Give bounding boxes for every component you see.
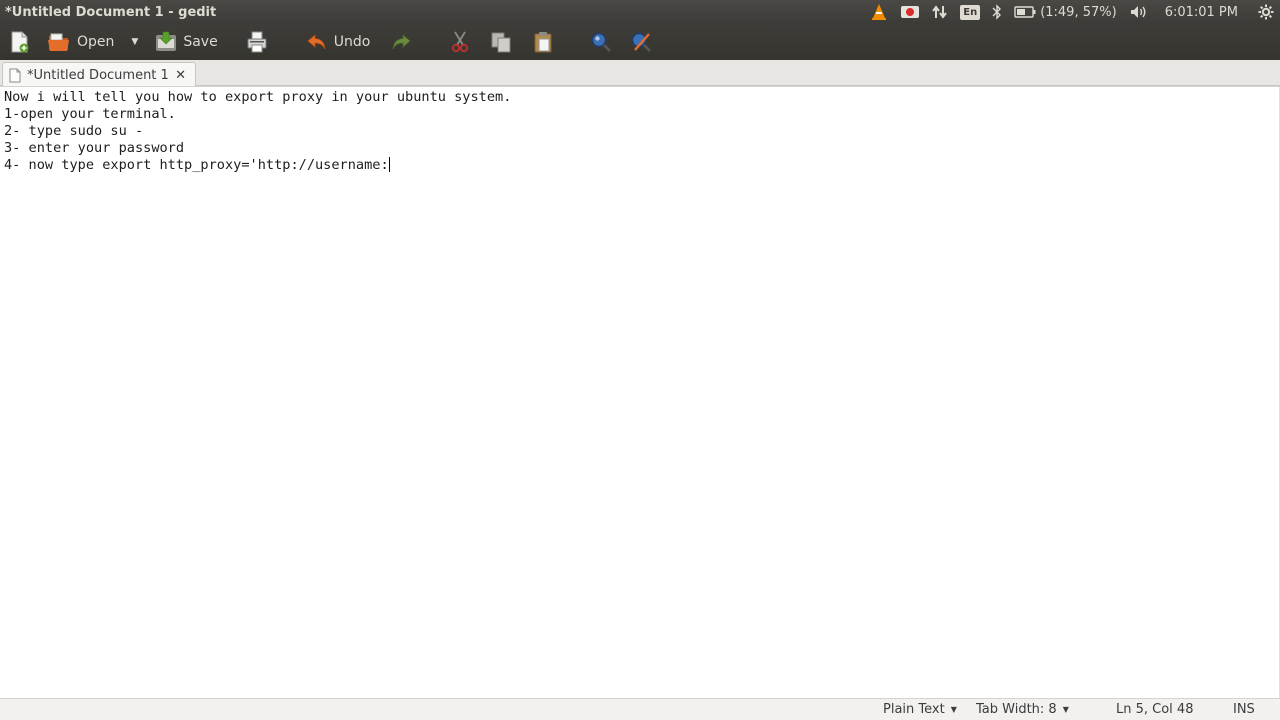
status-bar: Plain Text ▼ Tab Width: 8 ▼ Ln 5, Col 48 I… [0, 698, 1280, 720]
editor-line-3: 2- type sudo su - [4, 123, 144, 139]
tab-width-selector[interactable]: Tab Width: 8 ▼ [976, 702, 1069, 717]
open-button[interactable]: Open [42, 26, 119, 58]
settings-gear-icon[interactable] [1252, 0, 1280, 24]
tab-width-label: Tab Width: 8 [976, 702, 1057, 717]
open-folder-icon [48, 33, 69, 51]
cut-button[interactable] [445, 26, 475, 58]
redo-button[interactable] [385, 26, 417, 58]
open-label: Open [77, 34, 115, 50]
bluetooth-icon[interactable] [986, 0, 1008, 24]
print-button[interactable] [241, 26, 273, 58]
print-icon [247, 31, 267, 53]
paste-icon [534, 32, 552, 53]
tab-title: *Untitled Document 1 [27, 67, 169, 83]
keyboard-language: En [960, 4, 981, 20]
close-tab-icon[interactable]: ✕ [175, 68, 186, 83]
clock[interactable]: 6:01:01 PM [1155, 0, 1252, 24]
keyboard-icon[interactable]: En [954, 0, 986, 24]
battery-icon [1014, 6, 1036, 18]
copy-icon [491, 32, 511, 53]
save-label: Save [183, 34, 218, 50]
undo-icon [307, 34, 326, 50]
tab-untitled-document[interactable]: *Untitled Document 1 ✕ [2, 62, 196, 87]
network-icon[interactable] [926, 0, 954, 24]
save-icon [156, 31, 177, 51]
new-document-button[interactable] [4, 26, 36, 58]
text-editor[interactable]: Now i will tell you how to export proxy … [0, 86, 1280, 698]
undo-label: Undo [333, 34, 371, 50]
find-button[interactable] [585, 26, 617, 58]
vlc-icon[interactable] [864, 0, 894, 24]
editor-line-5-text: 4- now type export http_proxy='http://us… [4, 157, 389, 173]
record-icon[interactable] [894, 0, 926, 24]
insert-mode: INS [1233, 702, 1255, 717]
cut-icon [452, 31, 469, 53]
language-label: Plain Text [883, 702, 945, 717]
find-icon [592, 32, 612, 53]
battery-status: (1:49, 57%) [1040, 4, 1117, 20]
language-selector[interactable]: Plain Text ▼ [883, 702, 957, 717]
editor-line-1: Now i will tell you how to export proxy … [4, 89, 512, 105]
volume-icon[interactable] [1123, 0, 1155, 24]
new-document-icon [11, 31, 29, 53]
text-cursor [388, 157, 390, 172]
battery-indicator[interactable]: (1:49, 57%) [1008, 0, 1123, 24]
window-title: *Untitled Document 1 - gedit [5, 4, 217, 20]
save-button[interactable]: Save [150, 26, 222, 58]
replace-button[interactable] [625, 26, 657, 58]
indicator-area: En (1:49, 57%) 6:01:01 PM [864, 0, 1280, 24]
paste-button[interactable] [527, 26, 559, 58]
document-icon [9, 68, 21, 82]
redo-icon [392, 34, 411, 50]
chevron-down-icon: ▼ [950, 705, 957, 714]
undo-button[interactable]: Undo [301, 26, 376, 58]
tab-bar: *Untitled Document 1 ✕ [0, 60, 1280, 87]
open-recent-dropdown[interactable]: ▼ [127, 37, 144, 47]
copy-button[interactable] [485, 26, 517, 58]
cursor-position: Ln 5, Col 48 [1116, 702, 1194, 717]
editor-line-2: 1-open your terminal. [4, 106, 176, 122]
chevron-down-icon: ▼ [1062, 705, 1069, 714]
editor-line-4: 3- enter your password [4, 140, 185, 156]
replace-icon [632, 32, 652, 53]
editor-line-5: 4- now type export http_proxy='http://us… [4, 157, 1280, 174]
toolbar: Open ▼ Save Undo [0, 24, 1280, 60]
top-panel: *Untitled Document 1 - gedit En (1:49, 5… [0, 0, 1280, 24]
